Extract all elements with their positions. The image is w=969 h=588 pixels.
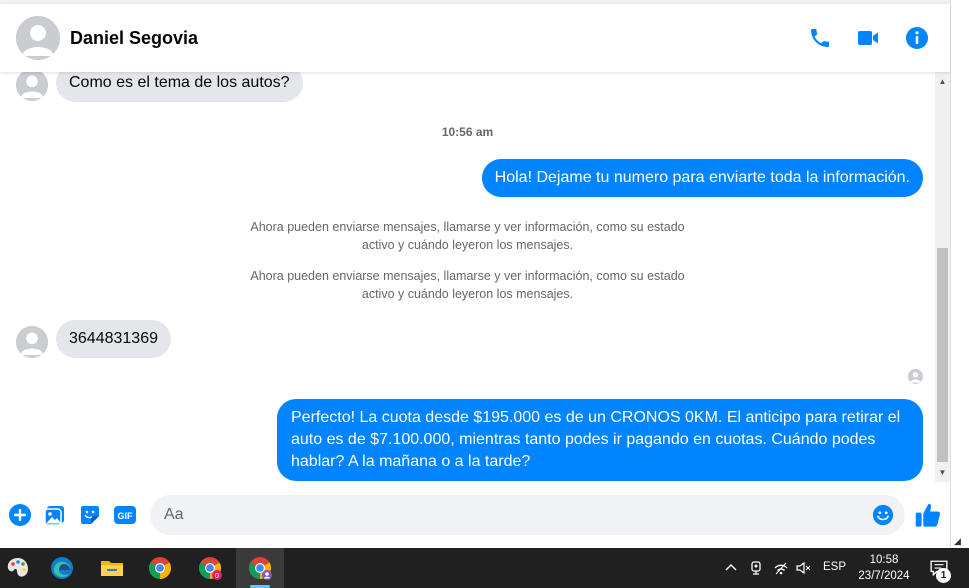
message-input[interactable] bbox=[150, 495, 905, 535]
taskbar-app-chrome-active[interactable] bbox=[236, 548, 284, 588]
system-notice-line: Ahora pueden enviarse mensajes, llamarse… bbox=[250, 220, 685, 234]
smiley-icon bbox=[872, 504, 894, 526]
taskbar-app-chrome[interactable] bbox=[136, 548, 184, 588]
chrome-profile-icon bbox=[249, 557, 272, 580]
outgoing-message[interactable]: Hola! Dejame tu numero para enviarte tod… bbox=[481, 159, 923, 197]
attach-photo-button[interactable] bbox=[42, 502, 68, 528]
incoming-message[interactable]: 3644831369 bbox=[56, 320, 171, 358]
conversation-info-button[interactable] bbox=[903, 24, 931, 52]
scrollbar-thumb[interactable] bbox=[937, 248, 948, 462]
scroll-down-arrow-icon[interactable]: ▼ bbox=[935, 465, 950, 480]
message-timestamp: 10:56 am bbox=[441, 125, 494, 139]
meet-now-camera-icon[interactable] bbox=[747, 558, 765, 578]
message-line: auto es de $7.100.000, mientras tanto po… bbox=[291, 431, 876, 448]
sticker-icon bbox=[81, 506, 99, 524]
send-like-button[interactable] bbox=[914, 501, 942, 529]
taskbar-app-file-explorer[interactable] bbox=[88, 548, 136, 588]
message-composer: GIF bbox=[0, 482, 950, 548]
message-line: hablar? A la mañana o a la tarde? bbox=[291, 453, 531, 470]
paint-palette-icon bbox=[7, 558, 28, 577]
window-caret-icon: ◢ bbox=[954, 536, 961, 546]
video-camera-icon bbox=[858, 31, 878, 45]
volume-muted-icon[interactable] bbox=[794, 558, 812, 578]
voice-call-button[interactable] bbox=[806, 24, 834, 52]
info-icon bbox=[906, 27, 928, 49]
message-line: Perfecto! La cuota desde $195.000 es de … bbox=[291, 409, 901, 426]
taskbar-app-paint[interactable] bbox=[0, 548, 42, 588]
plus-circle-icon bbox=[9, 504, 31, 526]
input-language-indicator[interactable]: ESP bbox=[823, 561, 846, 573]
taskbar-app-edge[interactable] bbox=[38, 548, 86, 588]
edge-browser-icon bbox=[51, 557, 73, 579]
photo-gallery-icon bbox=[44, 506, 64, 526]
system-notice: Ahora pueden enviarse mensajes, llamarse… bbox=[220, 218, 715, 254]
system-notice-line: activo y cuándo leyeron los mensajes. bbox=[361, 238, 574, 252]
messenger-window: Daniel Segovia Como es el tema de los au… bbox=[0, 0, 969, 588]
more-actions-button[interactable] bbox=[7, 502, 33, 528]
windows-taskbar: 0 ESP 10:58 23/7/2024 1 bbox=[0, 548, 969, 588]
video-call-button[interactable] bbox=[854, 24, 882, 52]
contact-avatar[interactable] bbox=[16, 16, 60, 60]
message-sender-avatar[interactable] bbox=[16, 326, 48, 358]
clock-time: 10:58 bbox=[869, 554, 899, 566]
incoming-message[interactable]: Como es el tema de los autos? bbox=[56, 72, 303, 102]
emoji-button[interactable] bbox=[872, 504, 894, 526]
chrome-profile-icon: 0 bbox=[199, 557, 222, 580]
outgoing-message[interactable]: Perfecto! La cuota desde $195.000 es de … bbox=[277, 399, 923, 481]
gif-icon: GIF bbox=[114, 506, 136, 524]
chrome-icon bbox=[149, 557, 171, 579]
message-sender-avatar[interactable] bbox=[16, 72, 48, 101]
contact-name[interactable]: Daniel Segovia bbox=[70, 28, 198, 49]
folder-icon bbox=[101, 561, 123, 576]
sticker-button[interactable] bbox=[77, 502, 103, 528]
show-hidden-icons-chevron-icon[interactable] bbox=[722, 558, 740, 578]
system-notice-line: Ahora pueden enviarse mensajes, llamarse… bbox=[250, 269, 685, 283]
clock-date: 23/7/2024 bbox=[858, 570, 910, 582]
system-notice-line: activo y cuándo leyeron los mensajes. bbox=[361, 287, 574, 301]
thumbs-up-icon bbox=[915, 503, 941, 527]
seen-indicator-avatar bbox=[908, 369, 923, 384]
system-notice: Ahora pueden enviarse mensajes, llamarse… bbox=[220, 267, 715, 303]
window-edge bbox=[950, 0, 969, 548]
chrome-profile-badge: 0 bbox=[215, 573, 219, 580]
wifi-network-icon[interactable] bbox=[772, 558, 790, 578]
taskbar-app-chrome-profile[interactable]: 0 bbox=[186, 548, 234, 588]
scroll-up-arrow-icon[interactable]: ▲ bbox=[935, 74, 950, 89]
phone-icon bbox=[811, 29, 829, 47]
taskbar-clock[interactable]: 10:58 23/7/2024 bbox=[850, 552, 918, 584]
chat-header: Daniel Segovia bbox=[0, 4, 950, 72]
message-list[interactable]: Como es el tema de los autos? 10:56 am H… bbox=[0, 72, 935, 482]
message-list-scrollbar[interactable]: ▲ ▼ bbox=[935, 72, 950, 482]
notification-count-badge: 1 bbox=[936, 568, 951, 583]
gif-button[interactable]: GIF bbox=[112, 502, 138, 528]
gif-label: GIF bbox=[118, 511, 134, 521]
